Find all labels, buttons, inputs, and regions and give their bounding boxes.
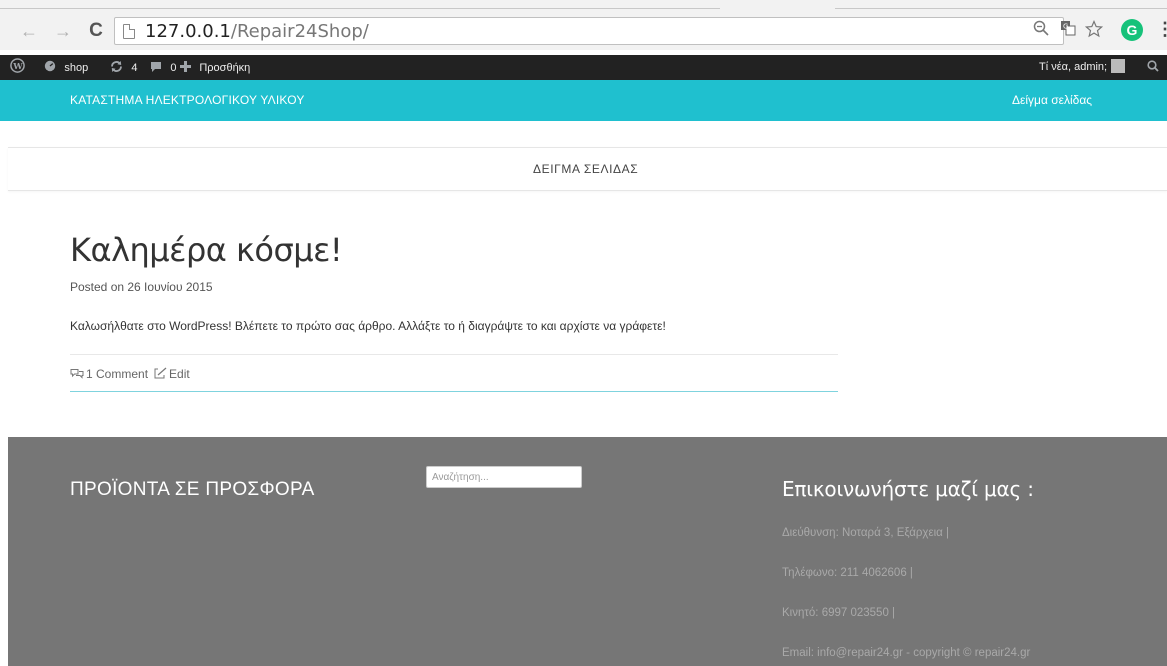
tab-strip-divider [835,8,1167,9]
secondary-nav: ΔΕΙΓΜΑ ΣΕΛΙΔΑΣ [8,147,1167,191]
comments-icon [70,369,84,379]
contact-mobile: Κινητό: 6997 023550 | [782,607,896,619]
admin-bar-updates[interactable]: 4 [110,55,137,80]
search-icon[interactable] [1147,55,1159,80]
admin-bar-comments-count: 0 [170,62,177,74]
contact-address: Διεύθυνση: Νοταρά 3, Εξάρχεια | [782,527,949,539]
post-footer: 1 Comment Edit [70,367,190,381]
footer-offers-heading: ΠΡΟΪΟΝΤΑ ΣΕ ΠΡΟΣΦΟΡΑ [70,479,315,500]
admin-bar-new-label: Προσθήκη [199,62,251,74]
post-divider [70,354,838,355]
zoom-icon[interactable] [1033,20,1049,42]
svg-text:G: G [1063,23,1068,31]
nav-link-sample-page[interactable]: Δείγμα σελίδας [1012,80,1092,121]
post-meta: Posted on 26 Ιουνίου 2015 [70,280,213,294]
admin-bar-comments[interactable]: 0 [150,55,176,80]
grammarly-icon[interactable]: G [1121,19,1143,41]
tab-strip [0,0,1167,10]
url-host: 127.0.0.1 [145,21,231,42]
edit-link[interactable]: Edit [154,367,190,381]
dashboard-icon [44,60,59,74]
plus-icon [180,60,194,74]
reload-icon[interactable]: C [85,20,107,42]
url-path: /Repair24Shop/ [230,21,369,42]
admin-bar-updates-count: 4 [131,62,138,74]
site-header: ΚΑΤΑΣΤΗΜΑ ΗΛΕΚΤΡΟΛΟΓΙΚΟΥ ΥΛΙΚΟΥ Δείγμα σ… [0,80,1167,121]
edit-icon [154,367,167,379]
address-bar[interactable]: 127.0.0.1/Repair24Shop/ [114,17,1064,45]
avatar [1111,59,1126,73]
site-title-link[interactable]: ΚΑΤΑΣΤΗΜΑ ΗΛΕΚΤΡΟΛΟΓΙΚΟΥ ΥΛΙΚΟΥ [70,80,305,121]
url-text[interactable]: 127.0.0.1/Repair24Shop/ [145,21,369,42]
admin-bar-new[interactable]: Προσθήκη [180,55,250,80]
translate-icon[interactable]: G [1060,20,1076,42]
contact-email: Email: info@repair24.gr - copyright © re… [782,647,1031,659]
search-input[interactable] [426,466,582,488]
post-content: Καλωσήλθατε στο WordPress! Βλέπετε το πρ… [70,319,666,333]
contact-phone: Τηλέφωνο: 211 4062606 | [782,567,913,579]
site-footer: ΠΡΟΪΟΝΤΑ ΣΕ ΠΡΟΣΦΟΡΑ Επικοινωνήστε μαζί … [8,437,1167,666]
back-arrow-icon[interactable]: ← [18,20,40,42]
comments-link-label: 1 Comment [86,367,149,381]
secondary-nav-link-sample-page[interactable]: ΔΕΙΓΜΑ ΣΕΛΙΔΑΣ [533,162,638,176]
admin-bar-account[interactable]: Τί νέα, admin; [1039,55,1126,80]
menu-icon[interactable]: ⋮ [1156,19,1167,39]
admin-bar-greeting: Τί νέα, admin; [1039,61,1108,73]
comment-bubble-icon [150,60,165,74]
wordpress-logo-icon[interactable]: W [10,55,25,80]
forward-arrow-icon[interactable]: → [52,20,74,42]
edit-link-label: Edit [169,367,190,381]
admin-bar-site-name: shop [64,62,89,74]
tab-strip-divider [0,8,720,9]
post-title[interactable]: Καλημέρα κόσμε! [70,231,343,269]
comments-link[interactable]: 1 Comment [70,367,148,381]
footer-contact-heading: Επικοινωνήστε μαζί μας : [782,477,1034,501]
admin-bar-site[interactable]: shop [44,55,88,80]
svg-text:W: W [12,61,23,71]
post-bottom-line [70,391,838,392]
wp-admin-bar: W shop 4 0 Προσθήκη Τί νέα, admin; [0,55,1167,80]
browser-chrome: ← → C 127.0.0.1/Repair24Shop/ G G ⋮ [0,0,1167,50]
star-icon[interactable] [1084,19,1104,44]
page-icon [123,24,135,39]
updates-icon [110,60,126,74]
